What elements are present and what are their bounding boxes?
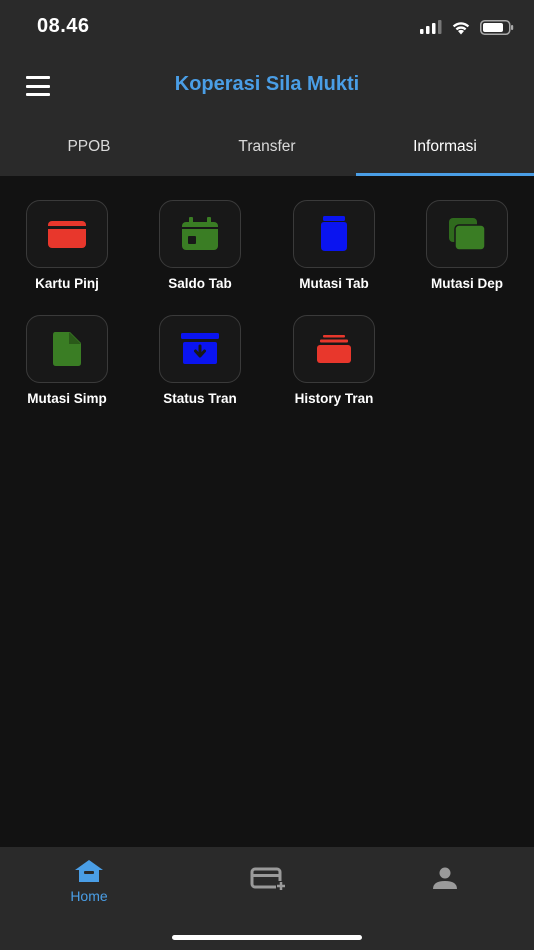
stack-icon	[317, 335, 351, 363]
app-header: Koperasi Sila Mukti	[0, 54, 534, 118]
file-icon	[53, 332, 81, 366]
menu-item-history-tran[interactable]: History Tran	[274, 315, 394, 406]
menu-item-label: Kartu Pinj	[35, 276, 99, 291]
home-icon	[75, 860, 103, 882]
jar-icon	[321, 216, 347, 251]
status-icons	[420, 18, 514, 36]
home-indicator	[172, 935, 362, 940]
menu-item-label: Saldo Tab	[168, 276, 232, 291]
menu-item-icon-box	[293, 315, 375, 383]
card-icon	[48, 221, 86, 248]
add-card-icon	[250, 867, 286, 891]
menu-item-saldo-tab[interactable]: Saldo Tab	[140, 200, 260, 291]
menu-item-icon-box	[26, 200, 108, 268]
cellular-signal-icon	[420, 20, 442, 34]
battery-icon	[480, 19, 514, 35]
nav-item-home[interactable]: Home	[29, 859, 149, 904]
menu-item-mutasi-dep[interactable]: Mutasi Dep	[407, 200, 527, 291]
menu-item-label: Status Tran	[163, 391, 237, 406]
menu-item-label: Mutasi Dep	[430, 276, 503, 291]
menu-item-label: History Tran	[294, 391, 374, 406]
menu-item-label: Mutasi Simp	[27, 391, 107, 406]
menu-item-icon-box	[26, 315, 108, 383]
status-bar: 08.46	[0, 0, 534, 54]
archive-icon	[181, 333, 219, 364]
page-title: Koperasi Sila Mukti	[174, 73, 360, 95]
menu-item-status-tran[interactable]: Status Tran	[140, 315, 260, 406]
tab-ppob[interactable]: PPOB	[0, 118, 178, 176]
menu-item-icon-box	[159, 315, 241, 383]
tab-bar: PPOB Transfer Informasi	[0, 118, 534, 176]
person-icon	[433, 867, 457, 889]
nav-item-profile[interactable]	[385, 867, 505, 894]
menu-item-kartu-pinj[interactable]: Kartu Pinj	[7, 200, 127, 291]
menu-item-icon-box	[426, 200, 508, 268]
menu-item-icon-box	[293, 200, 375, 268]
tab-transfer[interactable]: Transfer	[178, 118, 356, 176]
menu-item-icon-box	[159, 200, 241, 268]
nav-home-label: Home	[70, 888, 108, 904]
wifi-icon	[452, 21, 470, 34]
menu-item-mutasi-simp[interactable]: Mutasi Simp	[7, 315, 127, 406]
tab-informasi[interactable]: Informasi	[356, 118, 534, 176]
menu-item-label: Mutasi Tab	[299, 276, 369, 291]
copy-icon	[449, 218, 486, 251]
status-time: 08.46	[37, 15, 90, 37]
menu-item-mutasi-tab[interactable]: Mutasi Tab	[274, 200, 394, 291]
calendar-icon	[182, 217, 218, 250]
nav-item-add-card[interactable]	[208, 867, 328, 896]
